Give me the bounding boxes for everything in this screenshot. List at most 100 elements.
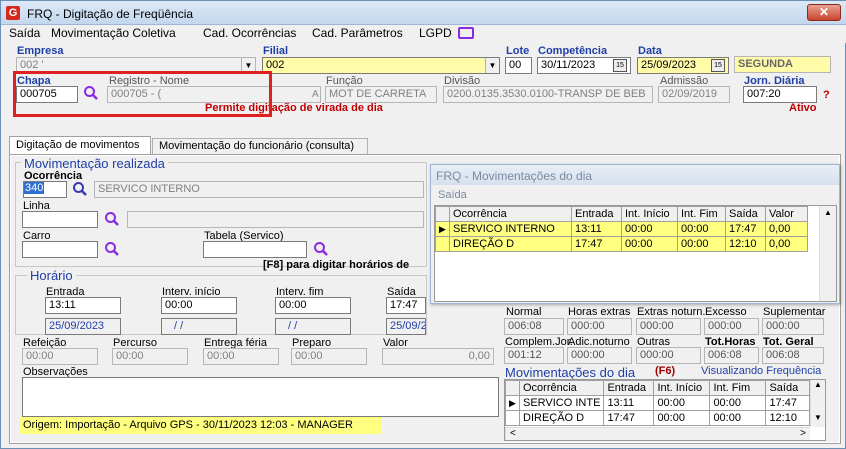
carro-search-icon[interactable] [104,241,120,257]
movdia-col-ocorrencia[interactable]: Ocorrência [518,380,605,396]
tab-consulta-label: Movimentação do funcionário (consulta) [159,140,355,152]
interv-ini-input[interactable]: 00:00 [161,297,237,314]
tabela-input[interactable] [203,241,307,258]
entrada-date[interactable]: 25/09/2023 [45,318,121,335]
data-label: Data [638,45,662,57]
supl-label: Suplementar [763,306,826,318]
filial-label: Filial [263,45,289,57]
percurso-input[interactable]: 00:00 [112,348,188,365]
popup-menu-saida[interactable]: Saída [438,189,467,201]
tab-consulta[interactable]: Movimentação do funcionário (consulta) [152,138,368,155]
carro-input[interactable] [22,241,98,258]
ocorrencia-code-value: 340 [24,182,45,194]
popup-col-ocorrencia[interactable]: Ocorrência [449,206,572,222]
popup-vscroll[interactable]: ▲ [819,206,836,301]
table-cell: 17:47 [725,221,766,237]
tab-digitacao[interactable]: Digitação de movimentos [9,136,151,155]
valor-input[interactable]: 0,00 [382,348,494,365]
movdia-hscroll[interactable]: < > [505,427,810,440]
popup-col-entrada[interactable]: Entrada [571,206,622,222]
popup-col-valor[interactable]: Valor [765,206,808,222]
jornada-input[interactable]: 007:20 [743,86,817,103]
saida-date[interactable]: 25/09/2023 [386,318,426,335]
table-cell: 13:11 [603,395,655,411]
preparo-input[interactable]: 00:00 [291,348,367,365]
competencia-label: Competência [538,45,608,57]
refeicao-input[interactable]: 00:00 [22,348,98,365]
table-cell: 12:10 [725,236,766,252]
movdia-vscroll[interactable]: ▲ ▼ [810,380,825,427]
table-cell: 00:00 [653,395,711,411]
table-cell: DIREÇÃO D [449,236,572,252]
origem-banner: Origem: Importação - Arquivo GPS - 30/11… [20,417,382,434]
normal-label: Normal [506,306,542,318]
ocorrencia-search-icon[interactable] [72,181,88,197]
menu-cad-ocorrencias[interactable]: Cad. Ocorrências [203,26,296,40]
entrada-input[interactable]: 13:11 [45,297,121,314]
table-cell: SERVICO INTERNO [449,221,572,237]
table-row[interactable]: DIREÇÃO D 17:47 00:00 00:00 12:10 0,00 [435,236,808,252]
table-cell: 00:00 [677,236,726,252]
excesso-label: Excesso [705,306,747,318]
hextras-label: Horas extras [568,306,631,318]
table-cell: 00:00 [621,236,678,252]
entrega-input[interactable]: 00:00 [203,348,279,365]
movdia-col-saida[interactable]: Saída [765,380,811,396]
movdia-col-entrada[interactable]: Entrada [603,380,655,396]
popup-table: Ocorrência Entrada Int. Início Int. Fim Saíd… [435,206,808,252]
interv-ini-date[interactable]: / / [161,318,237,335]
popup-grid-box: Ocorrência Entrada Int. Início Int. Fim Saíd… [434,205,837,302]
horario-title: Horário [27,268,76,283]
popup-col-int-inicio[interactable]: Int. Início [621,206,678,222]
ocorrencia-desc: SERVICO INTERNO [94,181,424,198]
linha-input[interactable] [22,211,98,228]
table-row[interactable]: ▶ SERVICO INTE 13:11 00:00 00:00 17:47 [505,395,811,411]
filial-dropdown-icon[interactable]: ▼ [485,58,499,73]
data-calendar-icon[interactable]: 15 [711,59,725,72]
movdia-col-int-fim[interactable]: Int. Fim [709,380,767,396]
filial-select[interactable]: 002 [262,57,500,74]
normal-value: 006:08 [504,318,564,335]
menu-bar: Saída Movimentação Coletiva Cad. Ocorrên… [1,25,846,43]
popup-title: FRQ - Movimentações do dia [436,169,593,183]
table-cell: 17:47 [603,410,655,426]
table-cell: 17:47 [765,395,811,411]
admissao-input: 02/09/2019 [658,86,730,103]
menu-lgpd[interactable]: LGPD [419,26,452,40]
f8-hint: [F8] para digitar horários de [263,259,410,271]
table-row[interactable]: DIREÇÃO D 17:47 00:00 00:00 12:10 [505,410,811,426]
ocorrencia-code-input[interactable]: 340 [23,181,67,198]
menu-saida[interactable]: Saída [9,26,40,40]
table-cell: 0,00 [765,236,808,252]
saida-input[interactable]: 17:47 [386,297,426,314]
movreal-title: Movimentação realizada [21,156,168,171]
interv-fim-date[interactable]: / / [275,318,351,335]
close-button[interactable]: ✕ [807,4,841,21]
tabela-search-icon[interactable] [313,241,329,257]
lote-input[interactable]: 00 [505,57,532,74]
lote-label: Lote [506,45,530,57]
tab-digitacao-label: Digitação de movimentos [16,139,140,151]
status-label: Ativo [789,102,817,114]
chat-icon[interactable] [458,27,474,39]
linha-desc [127,211,424,228]
menu-cad-parametros[interactable]: Cad. Parâmetros [312,26,403,40]
table-cell: 00:00 [621,221,678,237]
popup-col-saida[interactable]: Saída [725,206,766,222]
app-logo-icon: G [6,6,20,20]
adic-value: 000:00 [567,347,632,364]
table-cell: 13:11 [571,221,622,237]
table-row[interactable]: ▶ SERVICO INTERNO 13:11 00:00 00:00 17:47 0,00 [435,221,808,237]
linha-search-icon[interactable] [104,211,120,227]
competencia-calendar-icon[interactable]: 15 [613,59,627,72]
interv-fim-input[interactable]: 00:00 [275,297,351,314]
extnot-value: 000:00 [636,318,701,335]
help-icon[interactable]: ? [823,89,830,101]
menu-movimentacao-coletiva[interactable]: Movimentação Coletiva [51,26,176,40]
obs-textarea[interactable] [22,377,499,417]
chapa-highlight-box [13,71,272,117]
supl-value: 000:00 [762,318,824,335]
popup-col-int-fim[interactable]: Int. Fim [677,206,726,222]
movdia-col-int-inicio[interactable]: Int. Início [653,380,711,396]
movdia-link[interactable]: Visualizando Frequência [701,365,821,377]
